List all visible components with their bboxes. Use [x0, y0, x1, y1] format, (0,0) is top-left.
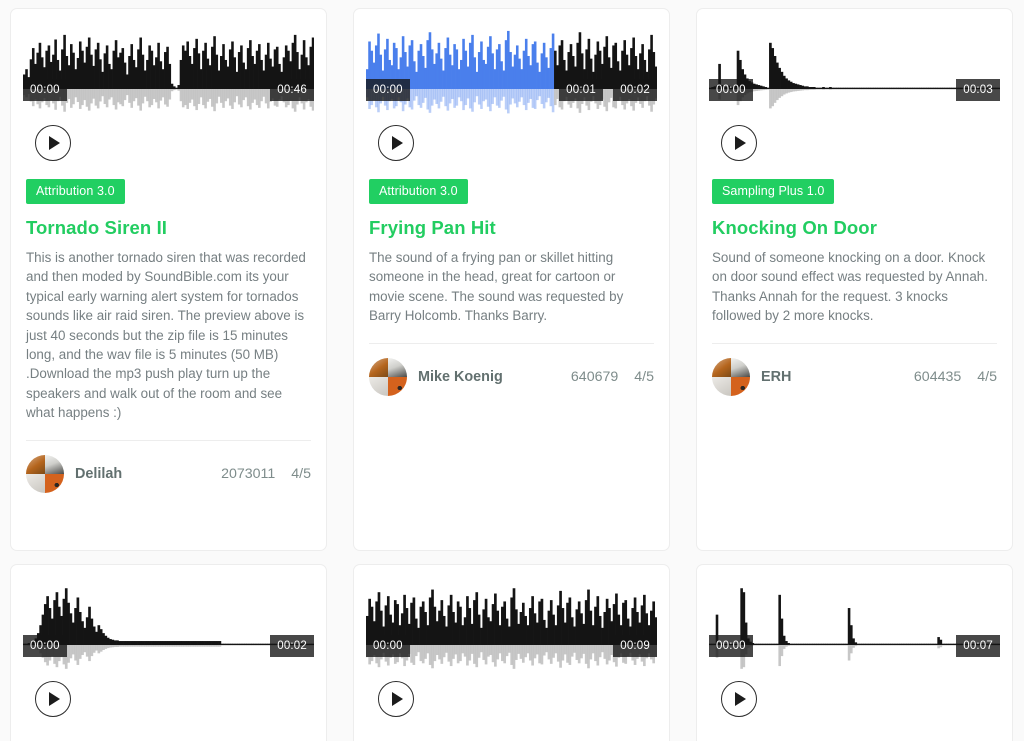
play-triangle	[49, 692, 60, 706]
sound-description: This is another tornado siren that was r…	[26, 250, 306, 421]
sound-card[interactable]: 00:00 00:02	[10, 564, 327, 741]
audio-player[interactable]: 00:00 00:07	[697, 565, 1012, 717]
waveform[interactable]: 00:00 00:03	[709, 23, 1000, 118]
card-meta: ERH 604435 4/5	[712, 344, 997, 396]
audio-player[interactable]: 00:00 00:01 00:02	[354, 9, 669, 161]
sound-card[interactable]: 00:00 00:01 00:02 Attribution 3.0 Frying…	[353, 8, 670, 551]
play-triangle	[735, 692, 746, 706]
license-badge[interactable]: Attribution 3.0	[369, 179, 468, 204]
sound-card-grid: 00:00 00:46 Attribution 3.0 Tornado Sire…	[0, 0, 1024, 741]
play-icon[interactable]	[378, 681, 414, 717]
waveform[interactable]: 00:00 00:07	[709, 579, 1000, 674]
avatar[interactable]	[712, 357, 750, 396]
waveform-canvas[interactable]	[23, 579, 314, 674]
sound-description: Sound of someone knocking on a door. Kno…	[712, 250, 988, 324]
play-triangle	[735, 136, 746, 150]
play-triangle	[49, 136, 60, 150]
sound-card[interactable]: 00:00 00:46 Attribution 3.0 Tornado Sire…	[10, 8, 327, 551]
author-name[interactable]: Delilah	[75, 466, 122, 482]
card-body: Sampling Plus 1.0 Knocking On Door Sound…	[697, 161, 1012, 396]
sound-description: The sound of a frying pan or skillet hit…	[369, 250, 624, 324]
audio-player[interactable]: 00:00 00:03	[697, 9, 1012, 161]
play-icon[interactable]	[35, 125, 71, 161]
waveform[interactable]: 00:00 00:09	[366, 579, 657, 674]
sound-card[interactable]: 00:00 00:03 Sampling Plus 1.0 Knocking O…	[696, 8, 1013, 551]
card-meta: Mike Koenig 640679 4/5	[369, 344, 654, 396]
sound-card[interactable]: 00:00 00:09	[353, 564, 670, 741]
play-triangle	[392, 136, 403, 150]
card-meta: Delilah 2073011 4/5	[26, 441, 311, 493]
waveform[interactable]: 00:00 00:01 00:02	[366, 23, 657, 118]
play-icon[interactable]	[721, 681, 757, 717]
waveform-canvas[interactable]	[709, 579, 1000, 674]
audio-player[interactable]: 00:00 00:46	[11, 9, 326, 161]
sound-title[interactable]: Knocking On Door	[712, 217, 997, 239]
download-count: 604435	[913, 368, 962, 385]
waveform-canvas[interactable]	[23, 23, 314, 118]
license-badge[interactable]: Attribution 3.0	[26, 179, 125, 204]
waveform[interactable]: 00:00 00:02	[23, 579, 314, 674]
avatar[interactable]	[369, 357, 407, 396]
author-name[interactable]: ERH	[761, 369, 791, 385]
waveform-canvas[interactable]	[366, 23, 657, 118]
audio-player[interactable]: 00:00 00:09	[354, 565, 669, 717]
waveform[interactable]: 00:00 00:46	[23, 23, 314, 118]
license-badge[interactable]: Sampling Plus 1.0	[712, 179, 835, 204]
rating-value: 4/5	[977, 368, 997, 385]
author-name[interactable]: Mike Koenig	[418, 369, 503, 385]
waveform-canvas[interactable]	[709, 23, 1000, 118]
waveform-canvas[interactable]	[366, 579, 657, 674]
play-icon[interactable]	[35, 681, 71, 717]
rating-value: 4/5	[634, 368, 654, 385]
audio-player[interactable]: 00:00 00:02	[11, 565, 326, 717]
sound-title[interactable]: Frying Pan Hit	[369, 217, 654, 239]
play-icon[interactable]	[721, 125, 757, 161]
sound-card[interactable]: 00:00 00:07	[696, 564, 1013, 741]
play-icon[interactable]	[378, 125, 414, 161]
avatar[interactable]	[26, 454, 64, 493]
sound-title[interactable]: Tornado Siren II	[26, 217, 311, 239]
rating-value: 4/5	[291, 465, 311, 482]
card-body: Attribution 3.0 Frying Pan Hit The sound…	[354, 161, 669, 396]
card-body: Attribution 3.0 Tornado Siren II This is…	[11, 161, 326, 493]
play-triangle	[392, 692, 403, 706]
download-count: 2073011	[221, 465, 276, 482]
download-count: 640679	[570, 368, 619, 385]
